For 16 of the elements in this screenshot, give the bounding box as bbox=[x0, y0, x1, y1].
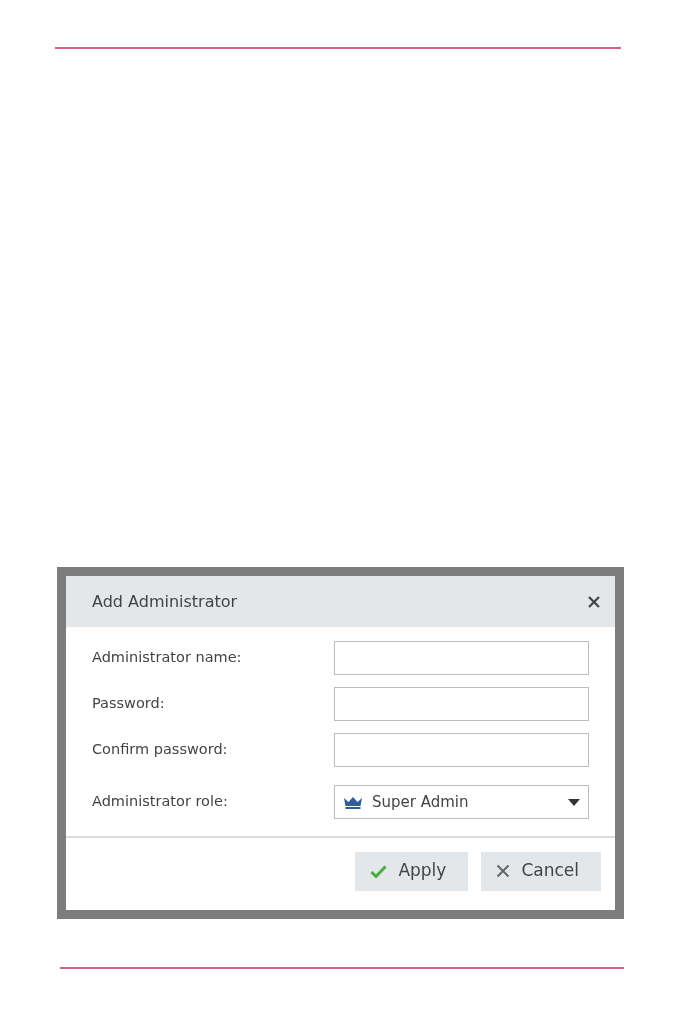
cancel-button[interactable]: Cancel bbox=[481, 851, 601, 891]
input-field[interactable] bbox=[334, 641, 589, 675]
crown-icon bbox=[343, 795, 363, 809]
field-label: Confirm password: bbox=[92, 740, 228, 760]
dialog-title: Add Administrator bbox=[92, 590, 238, 613]
close-icon[interactable] bbox=[587, 594, 601, 609]
input-field[interactable] bbox=[334, 687, 589, 721]
caret-icon bbox=[568, 798, 580, 806]
field-label: Administrator name: bbox=[92, 648, 242, 668]
apply-button[interactable]: Apply bbox=[355, 851, 469, 891]
field-label: Administrator role: bbox=[92, 792, 228, 812]
role-dropdown[interactable]: Super Admin bbox=[334, 785, 589, 819]
input-field[interactable] bbox=[334, 733, 589, 767]
check-icon bbox=[370, 864, 388, 878]
close-icon bbox=[496, 864, 511, 878]
field-label: Password: bbox=[92, 694, 165, 714]
